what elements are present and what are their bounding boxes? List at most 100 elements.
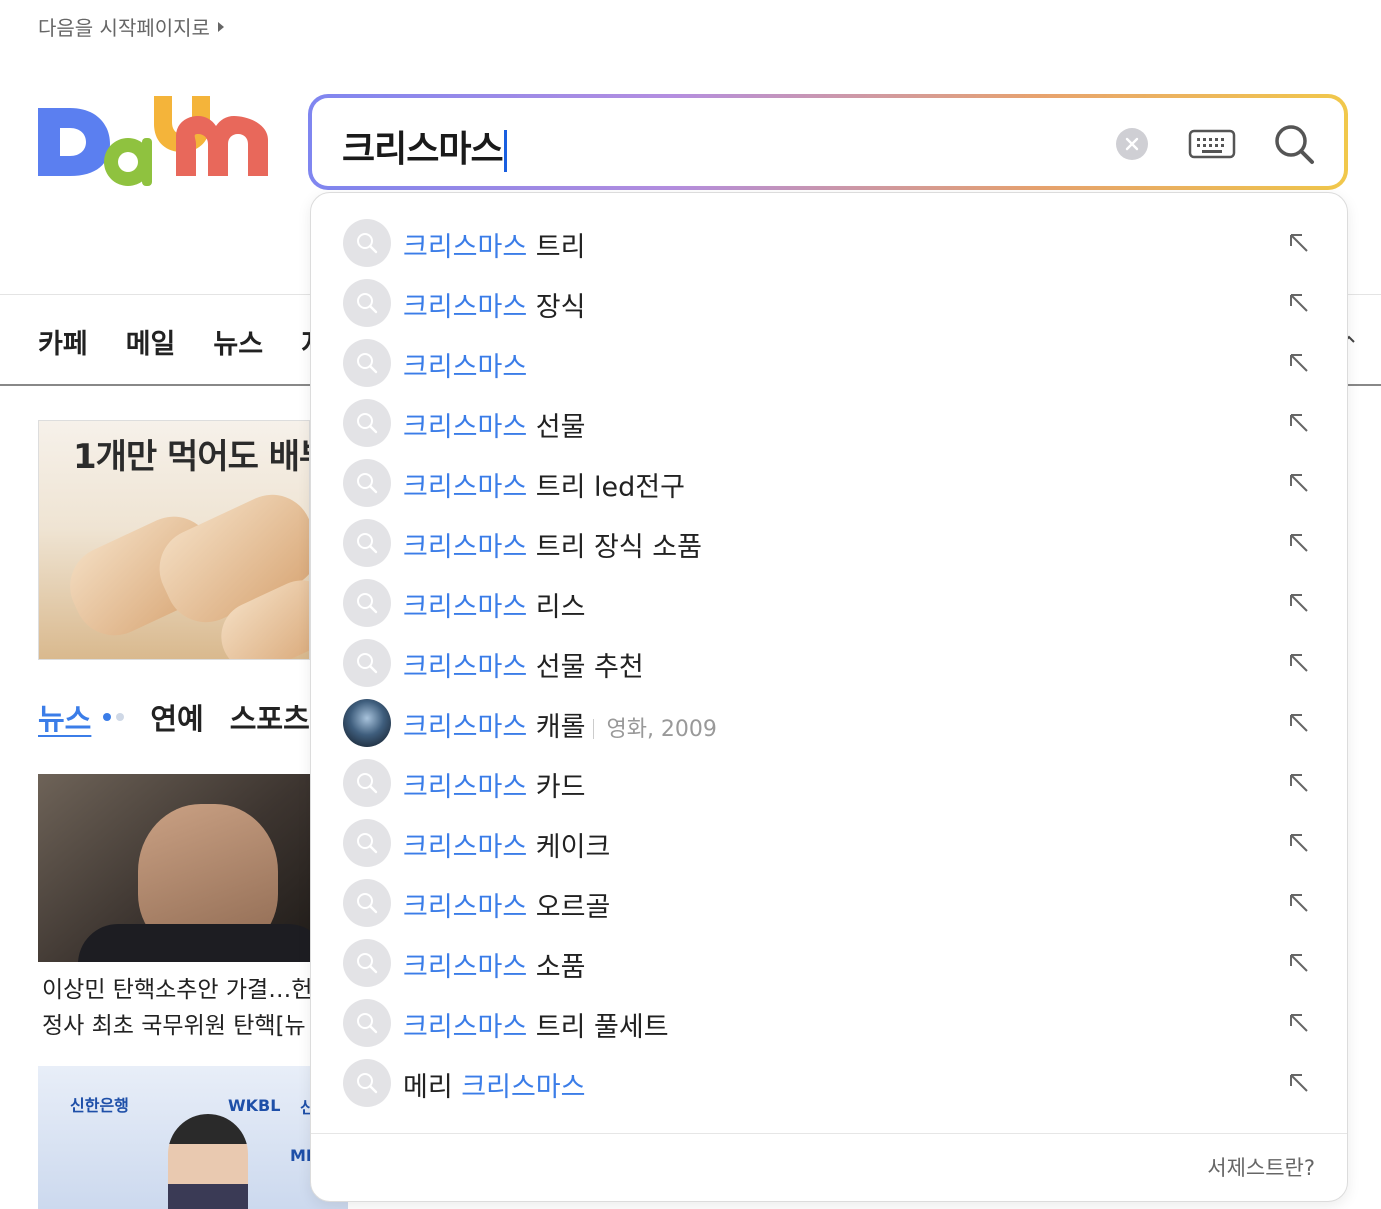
- set-startpage-link[interactable]: 다음을 시작페이지로: [38, 12, 224, 41]
- sports-thumbnail[interactable]: 신한은행 WKBL 신 ME: [38, 1066, 348, 1209]
- suggestion-item[interactable]: 크리스마스 리스: [311, 573, 1347, 633]
- suggestion-highlight: 크리스마스: [403, 592, 528, 623]
- search-input-value: 크리스마스: [342, 129, 504, 170]
- suggestion-highlight: 크리스마스: [403, 832, 528, 863]
- suggestion-text: 크리스마스 선물: [403, 405, 585, 444]
- suggestion-text: 크리스마스 카드: [403, 765, 585, 804]
- suggestion-text: 크리스마스 케이크: [403, 825, 610, 864]
- ad-banner[interactable]: 1개만 먹어도 배부: [38, 420, 310, 660]
- suggestion-text: 크리스마스 리스: [403, 585, 585, 624]
- sports-photo-person: [168, 1114, 248, 1209]
- logo-letter-a-hole: [118, 152, 138, 172]
- set-startpage-label: 다음을 시작페이지로: [38, 16, 210, 40]
- suggestion-search-icon: [343, 279, 391, 327]
- page-dot: [116, 713, 125, 721]
- insert-arrow-icon[interactable]: [1287, 831, 1311, 855]
- suggestion-rest: 트리 led전구: [527, 472, 685, 503]
- suggestion-text: 크리스마스 소품: [403, 945, 585, 984]
- insert-arrow-icon[interactable]: [1287, 891, 1311, 915]
- suggestion-item[interactable]: 크리스마스 카드: [311, 753, 1347, 813]
- nav-item-mail[interactable]: 메일: [126, 322, 176, 361]
- nav-item-news[interactable]: 뉴스: [213, 322, 263, 361]
- suggestion-item[interactable]: 크리스마스 트리 led전구: [311, 453, 1347, 513]
- news-tabs: 뉴스 연예 스포츠: [38, 696, 310, 738]
- suggestion-highlight: 크리스마스: [403, 292, 528, 323]
- insert-arrow-icon[interactable]: [1287, 1071, 1311, 1095]
- search-icon: [357, 533, 378, 554]
- insert-arrow-icon[interactable]: [1287, 291, 1311, 315]
- nav-item-cafe[interactable]: 카페: [38, 322, 88, 361]
- insert-arrow-icon[interactable]: [1287, 711, 1311, 735]
- suggestion-text: 크리스마스 트리 led전구: [403, 465, 685, 504]
- search-icon: [357, 833, 378, 854]
- suggestion-item[interactable]: 크리스마스 트리 풀세트: [311, 993, 1347, 1053]
- suggestion-item[interactable]: 메리 크리스마스: [311, 1053, 1347, 1113]
- insert-arrow-icon[interactable]: [1287, 591, 1311, 615]
- suggestion-text: 크리스마스 캐롤 영화, 2009: [403, 705, 717, 744]
- suggestion-rest: 소품: [527, 952, 586, 983]
- insert-arrow-icon[interactable]: [1287, 651, 1311, 675]
- search-suggestions-dropdown: 크리스마스 트리 크리스마스 장식 크리스마스 크리스마스 선물 크리스마스 트리 le…: [310, 192, 1348, 1202]
- insert-arrow-icon[interactable]: [1287, 951, 1311, 975]
- insert-arrow-icon[interactable]: [1287, 531, 1311, 555]
- logo-letter-a-stem: [142, 138, 152, 186]
- search-icon: [357, 473, 378, 494]
- caret-right-icon: [217, 21, 224, 32]
- suggestion-item[interactable]: 크리스마스 캐롤 영화, 2009: [311, 693, 1347, 753]
- close-icon: [1125, 137, 1139, 151]
- insert-arrow-icon[interactable]: [1287, 231, 1311, 255]
- suggestion-rest: 장식: [527, 292, 586, 323]
- search-box[interactable]: 크리스마스: [308, 94, 1348, 190]
- tab-news[interactable]: 뉴스: [38, 696, 91, 738]
- suggestion-highlight: 크리스마스: [403, 712, 528, 743]
- keyboard-icon[interactable]: [1188, 128, 1236, 160]
- search-inner: 크리스마스: [312, 98, 1344, 186]
- suggestion-item[interactable]: 크리스마스 오르골: [311, 873, 1347, 933]
- insert-arrow-icon[interactable]: [1287, 411, 1311, 435]
- suggestion-highlight: 크리스마스: [403, 892, 528, 923]
- news-thumbnail[interactable]: [38, 774, 310, 962]
- suggestion-rest: 트리 풀세트: [527, 1012, 669, 1043]
- tab-sports[interactable]: 스포츠: [230, 696, 310, 738]
- suggest-info-link[interactable]: 서제스트란?: [1207, 1152, 1315, 1182]
- suggestion-item[interactable]: 크리스마스 트리: [311, 213, 1347, 273]
- search-icon: [357, 293, 378, 314]
- suggestion-item[interactable]: 크리스마스 선물: [311, 393, 1347, 453]
- daum-logo[interactable]: [36, 92, 272, 192]
- insert-arrow-icon[interactable]: [1287, 471, 1311, 495]
- dropdown-footer: 서제스트란?: [311, 1133, 1347, 1201]
- insert-arrow-icon[interactable]: [1287, 771, 1311, 795]
- suggestion-highlight: 크리스마스: [403, 772, 528, 803]
- page-dots: [103, 713, 125, 721]
- suggestion-search-icon: [343, 399, 391, 447]
- suggestion-search-icon: [343, 1059, 391, 1107]
- insert-arrow-icon[interactable]: [1287, 1011, 1311, 1035]
- suggestion-item[interactable]: 크리스마스: [311, 333, 1347, 393]
- suggestion-item[interactable]: 크리스마스 소품: [311, 933, 1347, 993]
- suggestion-search-icon: [343, 459, 391, 507]
- suggestion-item[interactable]: 크리스마스 장식: [311, 273, 1347, 333]
- suggestion-highlight: 크리스마스: [403, 352, 528, 383]
- sponsor-label: WKBL: [228, 1096, 281, 1115]
- search-icon: [357, 653, 378, 674]
- suggestion-item[interactable]: 크리스마스 선물 추천: [311, 633, 1347, 693]
- news-headline[interactable]: 이상민 탄핵소추안 가결…헌 정사 최초 국무위원 탄핵[뉴: [42, 972, 310, 1044]
- search-icon: [357, 413, 378, 434]
- suggestion-rest: 선물: [527, 412, 586, 443]
- sponsor-label: 신한은행: [70, 1096, 129, 1115]
- suggestion-highlight: 크리스마스: [403, 952, 528, 983]
- search-icon[interactable]: [1272, 122, 1316, 166]
- news-headline-line: 이상민 탄핵소추안 가결…헌: [42, 977, 310, 1003]
- suggestion-rest: 트리 장식 소품: [527, 532, 702, 563]
- search-input[interactable]: 크리스마스: [342, 120, 507, 172]
- tab-entertainment[interactable]: 연예: [150, 696, 203, 738]
- suggestion-list: 크리스마스 트리 크리스마스 장식 크리스마스 크리스마스 선물 크리스마스 트리 le…: [311, 213, 1347, 1113]
- suggestion-item[interactable]: 크리스마스 케이크: [311, 813, 1347, 873]
- suggestion-rest: 케이크: [527, 832, 611, 863]
- text-caret: [503, 130, 507, 172]
- insert-arrow-icon[interactable]: [1287, 351, 1311, 375]
- clear-search-button[interactable]: [1116, 128, 1148, 160]
- suggestion-search-icon: [343, 639, 391, 687]
- suggestion-item[interactable]: 크리스마스 트리 장식 소품: [311, 513, 1347, 573]
- suggestion-highlight: 크리스마스: [403, 472, 528, 503]
